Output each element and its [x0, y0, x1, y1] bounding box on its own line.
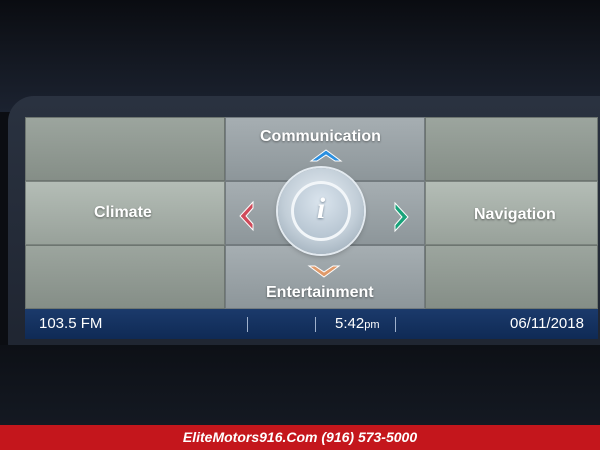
- chevron-left-icon[interactable]: [237, 200, 255, 232]
- info-glyph: i: [316, 192, 326, 225]
- info-button[interactable]: i: [278, 168, 364, 254]
- clock: 5:42pm: [335, 315, 379, 332]
- dealer-banner-text: EliteMotors916.Com (916) 573-5000: [182, 429, 418, 445]
- chevron-up-shape: [309, 149, 343, 162]
- communication-label: Communication: [260, 128, 381, 145]
- info-icon: i: [291, 181, 351, 241]
- tile-top-left: [25, 117, 225, 181]
- idrive-screen: Communication Climate Navigation Enterta…: [25, 117, 598, 339]
- status-divider: [315, 317, 316, 332]
- tile-top-right: [425, 117, 598, 181]
- navigation-label: Navigation: [474, 206, 556, 223]
- entertainment-label: Entertainment: [266, 284, 374, 301]
- chevron-right-shape: [394, 201, 409, 233]
- date: 06/11/2018: [510, 315, 584, 332]
- dealer-banner: EliteMotors916.Com (916) 573-5000: [0, 425, 600, 450]
- clock-suffix: pm: [364, 319, 380, 331]
- status-bar: 103.5 FM 5:42pm 06/11/2018: [25, 309, 598, 339]
- chevron-right-icon[interactable]: [393, 201, 411, 233]
- tile-bottom-right: [425, 245, 598, 309]
- chevron-down-shape: [307, 265, 341, 278]
- clock-time: 5:42: [335, 315, 365, 332]
- chevron-left-shape: [239, 200, 254, 232]
- chevron-up-icon[interactable]: [309, 147, 343, 163]
- navigation-button[interactable]: Navigation: [425, 181, 598, 245]
- tile-bottom-left: [25, 245, 225, 309]
- climate-label: Climate: [94, 204, 152, 221]
- status-divider: [395, 317, 396, 332]
- radio-station: 103.5 FM: [39, 315, 103, 332]
- climate-button[interactable]: Climate: [25, 181, 225, 245]
- status-divider: [247, 317, 248, 332]
- dashboard-bottom: [0, 345, 600, 425]
- chevron-down-icon[interactable]: [307, 264, 341, 280]
